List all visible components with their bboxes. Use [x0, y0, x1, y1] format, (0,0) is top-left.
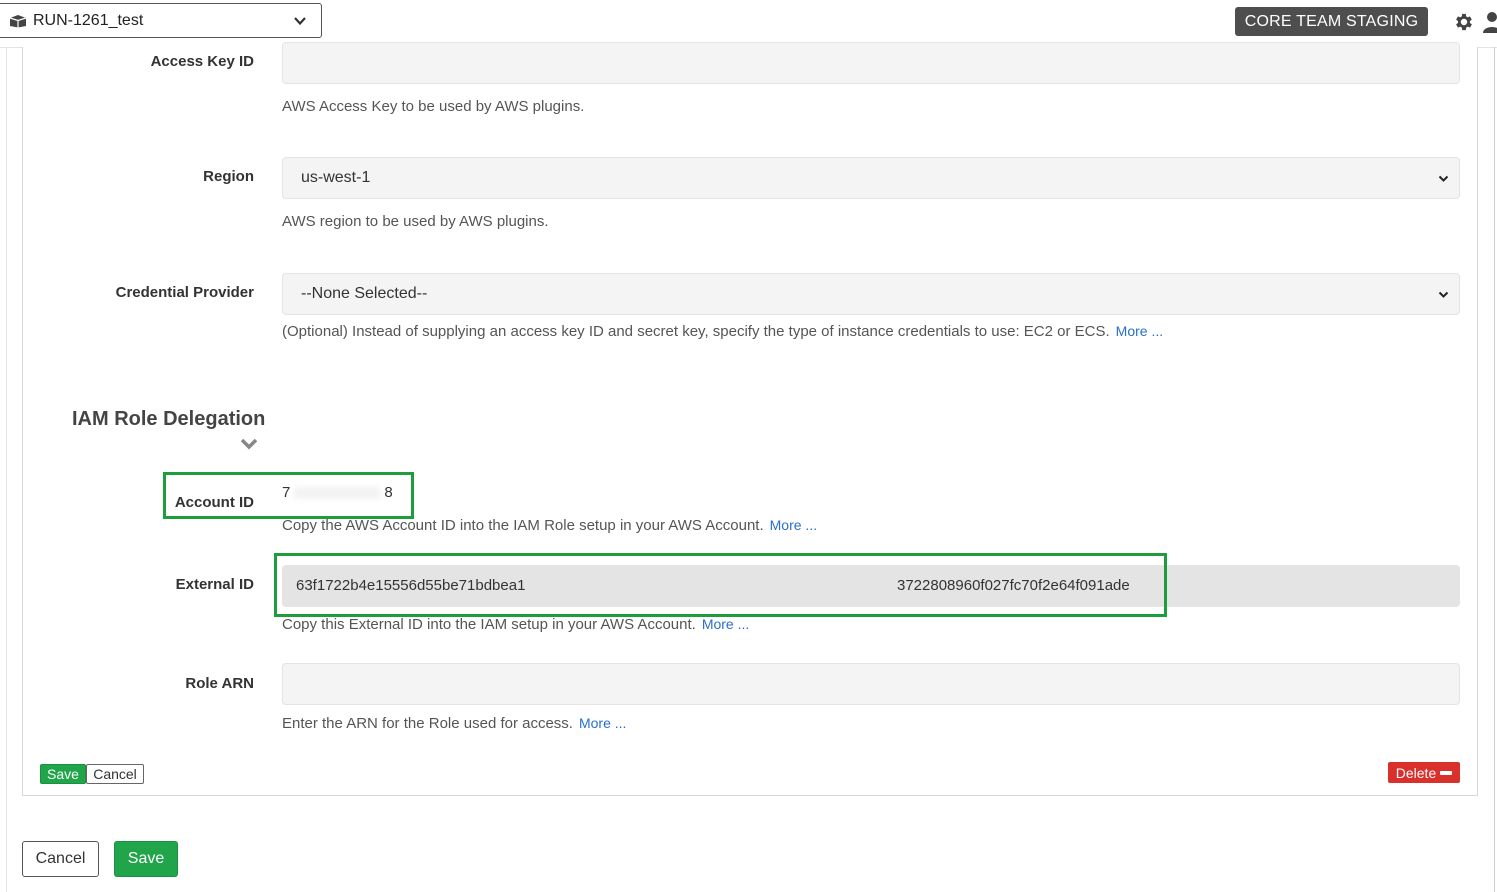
credential-provider-help: (Optional) Instead of supplying an acces… [282, 323, 1164, 340]
cancel-button[interactable]: Cancel [22, 841, 99, 877]
credential-more-link[interactable]: More ... [1116, 323, 1163, 339]
gear-icon[interactable] [1453, 11, 1475, 33]
panel-cancel-button[interactable]: Cancel [86, 764, 144, 784]
project-selector[interactable]: RUN-1261_test [0, 3, 322, 38]
access-key-input[interactable] [282, 42, 1460, 84]
account-id-help: Copy the AWS Account ID into the IAM Rol… [282, 517, 818, 534]
chevron-down-icon[interactable] [240, 437, 258, 451]
panel-save-button[interactable]: Save [40, 764, 86, 784]
external-id-highlight [274, 553, 1167, 617]
delete-label: Delete [1395, 764, 1437, 781]
credential-provider-label: Credential Provider [115, 284, 254, 301]
account-id-highlight [163, 472, 414, 519]
user-icon[interactable] [1482, 11, 1497, 33]
chevron-down-icon [1438, 175, 1449, 182]
access-key-help: AWS Access Key to be used by AWS plugins… [282, 98, 585, 115]
access-key-label: Access Key ID [150, 53, 254, 70]
iam-section-title: IAM Role Delegation [72, 408, 266, 430]
credential-provider-select[interactable]: --None Selected-- [282, 273, 1460, 315]
chevron-down-icon [294, 17, 306, 26]
credential-provider-value: --None Selected-- [301, 285, 428, 302]
environment-badge[interactable]: CORE TEAM STAGING [1235, 7, 1428, 36]
box-icon [9, 14, 27, 27]
region-help: AWS region to be used by AWS plugins. [282, 213, 549, 230]
role-arn-help: Enter the ARN for the Role used for acce… [282, 715, 627, 732]
delete-button[interactable]: Delete [1388, 762, 1460, 783]
region-label: Region [203, 168, 254, 185]
minus-icon [1440, 770, 1453, 775]
role-arn-label: Role ARN [185, 675, 254, 692]
role-arn-input[interactable] [282, 663, 1460, 705]
top-bar: RUN-1261_test CORE TEAM STAGING [0, 0, 1497, 48]
save-button[interactable]: Save [114, 841, 178, 877]
external-more-link[interactable]: More ... [702, 616, 749, 632]
role-more-link[interactable]: More ... [579, 715, 626, 731]
account-more-link[interactable]: More ... [770, 517, 817, 533]
region-value: us-west-1 [301, 169, 371, 186]
external-id-label: External ID [175, 576, 254, 593]
chevron-down-icon [1438, 291, 1449, 298]
external-id-help: Copy this External ID into the IAM setup… [282, 616, 750, 633]
right-scroll-edge [1494, 47, 1495, 892]
region-select[interactable]: us-west-1 [282, 157, 1460, 199]
project-name: RUN-1261_test [33, 11, 144, 29]
